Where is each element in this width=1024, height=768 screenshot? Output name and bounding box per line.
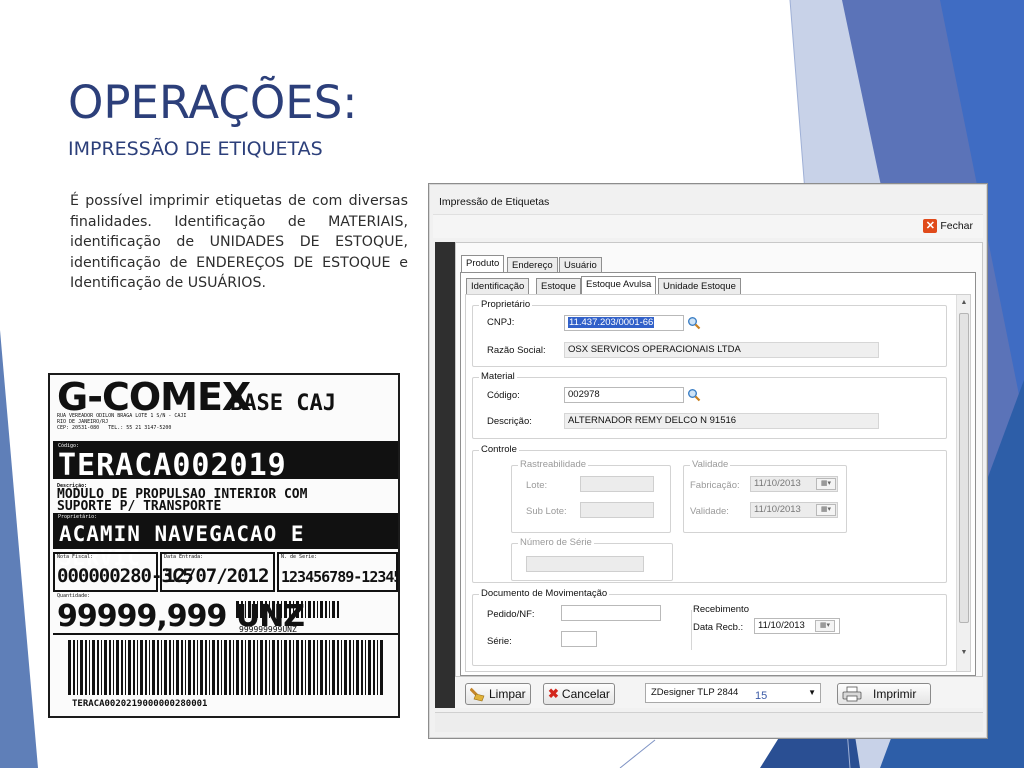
label-nota-fiscal: Nota Fiscal: 000000280-3C5 <box>53 552 194 592</box>
sublote-label: Sub Lote: <box>526 506 567 517</box>
numero-serie-group: Número de Série <box>511 537 673 581</box>
scroll-up-icon[interactable]: ▲ <box>957 297 970 309</box>
recebimento-legend: Recebimento <box>693 604 749 615</box>
cnpj-label: CNPJ: <box>487 317 515 328</box>
printer-select[interactable]: ZDesigner TLP 2844 ▼ <box>645 683 821 703</box>
label-code-band: Código: TERACA002019 <box>53 441 398 483</box>
label-description: Descrição: MODULO DE PROPULSAO INTERIOR … <box>57 483 308 514</box>
recebimento-divider <box>691 610 692 650</box>
validade-calendar-icon[interactable]: ▦▾ <box>816 504 836 516</box>
label-small-barcode <box>236 601 339 618</box>
window-toolbar: ✕ Fechar <box>433 214 983 238</box>
imprimir-label: Imprimir <box>873 687 917 701</box>
label-image: G-COMEX BASE CAJ RUA VEREADOR ODILON BRA… <box>48 373 400 718</box>
vertical-scrollbar[interactable]: ▲ ▼ <box>956 295 970 671</box>
material-group: Material Código: 002978 Descrição: ALTER… <box>472 371 947 439</box>
codigo-label: Código: <box>487 390 520 401</box>
cancel-icon: ✖ <box>548 686 559 701</box>
data-receb-label: Data Recb.: <box>693 622 744 633</box>
cancelar-label: Cancelar <box>561 687 610 701</box>
window-sidebar <box>435 242 455 708</box>
proprietario-group: Proprietário CNPJ: 11.437.203/0001-66 Ra… <box>472 299 947 367</box>
label-numero-serie: N. de Serie: 123456789-12345 <box>277 552 398 592</box>
cnpj-input[interactable]: 11.437.203/0001-66 <box>564 315 684 331</box>
descricao-field: ALTERNADOR REMY DELCO N 91516 <box>564 413 879 429</box>
imprimir-button[interactable]: Imprimir <box>837 683 931 705</box>
scroll-thumb[interactable] <box>959 313 969 623</box>
rastreabilidade-legend: Rastreabilidade <box>518 459 589 470</box>
razao-social-field: OSX SERVICOS OPERACIONAIS LTDA <box>564 342 879 358</box>
scroll-down-icon[interactable]: ▼ <box>957 647 970 659</box>
label-main-barcode <box>68 640 383 695</box>
tab-produto[interactable]: Produto <box>461 255 505 273</box>
app-window: Impressão de Etiquetas ✕ Fechar Produto … <box>428 183 988 739</box>
label-data-entrada: Data Entrada: 12/07/2012 <box>160 552 275 592</box>
slide-title: OPERAÇÕES: <box>68 76 358 129</box>
documento-legend: Documento de Movimentação <box>479 588 610 599</box>
close-icon: ✕ <box>923 219 938 233</box>
printer-icon <box>842 686 862 702</box>
chevron-down-icon: ▼ <box>808 688 816 697</box>
search-codigo-icon[interactable] <box>687 388 701 402</box>
pedido-input[interactable] <box>561 605 661 621</box>
tab-endereco[interactable]: Endereço <box>507 257 558 273</box>
slide-page-number: 15 <box>755 690 768 702</box>
documento-group: Documento de Movimentação Pedido/NF: Sér… <box>472 588 947 666</box>
tab-identificacao[interactable]: Identificação <box>466 278 530 294</box>
label-quantity: Quantidade: 99999,999 UNZ 999999999UNZ <box>53 593 398 635</box>
search-cnpj-icon[interactable] <box>687 316 701 330</box>
broom-icon <box>470 687 485 702</box>
serie-label: Série: <box>487 636 512 647</box>
controle-legend: Controle <box>479 444 519 455</box>
data-receb-calendar-icon[interactable]: ▦▾ <box>815 620 835 632</box>
close-label: Fechar <box>940 220 973 232</box>
close-button[interactable]: ✕ Fechar <box>923 219 973 233</box>
deco-line-bottom <box>619 739 656 768</box>
tab-estoque-avulsa[interactable]: Estoque Avulsa <box>581 276 657 294</box>
razao-social-label: Razão Social: <box>487 345 546 356</box>
lote-label: Lote: <box>526 480 548 491</box>
cancelar-button[interactable]: ✖ Cancelar <box>543 683 615 705</box>
tab-unidade-estoque[interactable]: Unidade Estoque <box>658 278 741 294</box>
window-main: Produto Endereço Usuário Identificação E… <box>455 242 983 708</box>
label-address: RUA VEREADOR ODILON BRAGA LOTE 1 S/N - C… <box>57 413 187 431</box>
slide-subtitle: IMPRESSÃO DE ETIQUETAS <box>68 138 323 160</box>
label-bottom-code: TERACA0020219000000280001 <box>72 699 208 709</box>
rastreabilidade-group: Rastreabilidade Lote: Sub Lote: <box>511 459 671 533</box>
fabricacao-calendar-icon[interactable]: ▦▾ <box>816 478 836 490</box>
codigo-input[interactable]: 002978 <box>564 387 684 403</box>
numero-serie-legend: Número de Série <box>518 537 594 548</box>
numero-serie-input[interactable] <box>526 556 644 572</box>
slide-body-text: É possível imprimir etiquetas de com div… <box>70 193 408 291</box>
limpar-label: Limpar <box>489 687 526 701</box>
material-legend: Material <box>479 371 517 382</box>
serie-input[interactable] <box>561 631 597 647</box>
sublote-input[interactable] <box>580 502 654 518</box>
validade-group: Validade Fabricação: 11/10/2013 ▦▾ Valid… <box>683 459 847 533</box>
tab-usuario[interactable]: Usuário <box>559 257 602 273</box>
validade-legend: Validade <box>690 459 731 470</box>
limpar-button[interactable]: Limpar <box>465 683 531 705</box>
pedido-label: Pedido/NF: <box>487 609 535 620</box>
label-info-row: Nota Fiscal: 000000280-3C5 Data Entrada: 1… <box>53 552 398 592</box>
controle-group: Controle Rastreabilidade Lote: Sub Lote:… <box>472 444 947 583</box>
fabricacao-label: Fabricação: <box>690 480 740 491</box>
lote-input[interactable] <box>580 476 654 492</box>
label-owner-band: Proprietário: ACAMIN NAVEGACAO E SERVIC <box>53 513 398 570</box>
proprietario-legend: Proprietário <box>479 299 533 310</box>
label-code: TERACA002019 <box>58 448 287 483</box>
bottom-action-bar: Limpar ✖ Cancelar ZDesigner TLP 2844 ▼ I… <box>455 676 983 708</box>
status-strip <box>435 712 983 732</box>
window-title: Impressão de Etiquetas <box>439 196 550 208</box>
left-bottom-wedge <box>0 330 38 768</box>
descricao-label: Descrição: <box>487 416 532 427</box>
estoque-avulsa-panel: Proprietário CNPJ: 11.437.203/0001-66 Ra… <box>465 294 971 672</box>
tab-estoque[interactable]: Estoque <box>536 278 581 294</box>
produto-panel: Identificação Estoque Estoque Avulsa Uni… <box>460 272 976 676</box>
validade-label: Validade: <box>690 506 729 517</box>
